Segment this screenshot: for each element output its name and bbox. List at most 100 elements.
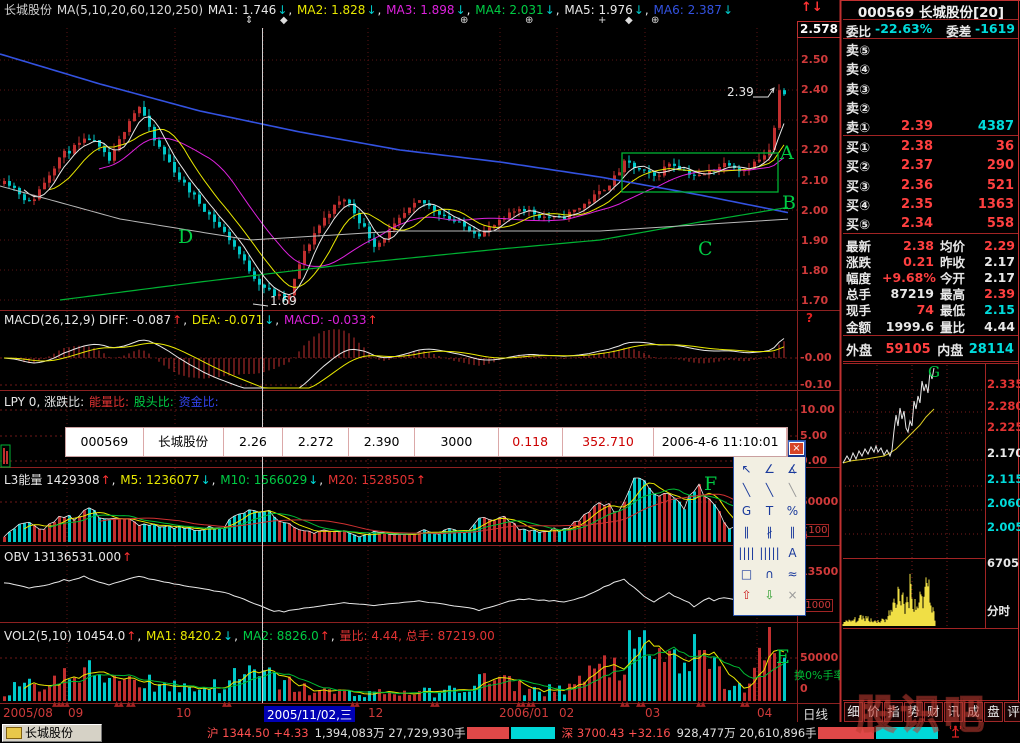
draw-tool-20[interactable]: × xyxy=(781,585,804,606)
draw-tool-7[interactable]: T xyxy=(758,501,781,522)
draw-tool-15[interactable]: □ xyxy=(735,564,758,585)
stat-row: 幅度+9.68%今开2.17 xyxy=(843,269,1019,285)
date-label[interactable]: 04 xyxy=(757,706,772,720)
help-question-icon[interactable]: ? xyxy=(806,311,813,325)
tab-财[interactable]: 财 xyxy=(924,702,943,722)
tab-盘[interactable]: 盘 xyxy=(984,702,1003,722)
chart-marker-icon: ◆ xyxy=(625,15,633,26)
price-up-down-icon[interactable]: ↑↓ xyxy=(801,0,823,15)
date-label[interactable]: 03 xyxy=(645,706,660,720)
lpy-header: LPY 0, 涨跌比: 能量比: 股头比: 资金比: xyxy=(4,393,220,410)
tab-细[interactable]: 细 xyxy=(844,702,863,722)
intraday-volume-label: 6705 xyxy=(987,556,1019,570)
draw-tool-5[interactable]: ╲ xyxy=(781,480,804,501)
indicator-tick-label: -0.10 xyxy=(800,378,832,391)
close-icon[interactable]: × xyxy=(789,442,804,455)
draw-tool-11[interactable]: ∥ xyxy=(781,522,804,543)
intraday-caption[interactable]: 分时 xyxy=(987,603,1010,619)
draw-tool-6[interactable]: G xyxy=(735,501,758,522)
draw-tool-13[interactable]: ||||| xyxy=(758,543,781,564)
price-tick-label: 1.70 xyxy=(801,294,828,307)
date-label[interactable]: 10 xyxy=(176,706,191,720)
sz-index-label: 深 3700.43 +32.16 xyxy=(562,725,671,741)
sz-sell-gauge xyxy=(876,727,938,739)
waipan-label: 外盘 xyxy=(843,340,881,359)
sell-row[interactable]: 卖①2.394387 xyxy=(843,117,1019,136)
buy-row[interactable]: 买④2.351363 xyxy=(843,195,1019,214)
buy-row[interactable]: 买①2.3836 xyxy=(843,137,1019,156)
stat-row: 总手87219最高2.39 xyxy=(843,286,1019,302)
chart-marker-icon: + xyxy=(598,15,606,26)
price-tick-label: 2.10 xyxy=(801,174,828,187)
weibi-label: 委比 xyxy=(846,21,871,40)
dividend-mark-icon: ▲▲ xyxy=(350,700,359,708)
buy-row[interactable]: 买③2.36521 xyxy=(843,176,1019,195)
sh-index-volume: 1,394,083万 27,729,930手 xyxy=(315,725,466,741)
draw-tool-17[interactable]: ≈ xyxy=(781,564,804,585)
date-label[interactable]: 02 xyxy=(559,706,574,720)
draw-tool-12[interactable]: |||| xyxy=(735,543,758,564)
draw-tool-4[interactable]: ╲ xyxy=(758,480,781,501)
quote-row-cell: 000569 xyxy=(66,428,144,456)
tab-势[interactable]: 势 xyxy=(904,702,923,722)
draw-tool-8[interactable]: % xyxy=(781,501,804,522)
draw-tool-0[interactable]: ↖ xyxy=(735,459,758,480)
tab-成[interactable]: 成 xyxy=(964,702,983,722)
indicator-tick-label: 50000 xyxy=(800,651,838,664)
weicha-label: 委差 xyxy=(946,21,971,40)
draw-tool-19[interactable]: ⇩ xyxy=(758,585,781,606)
neipan-value: 28114 xyxy=(969,342,1019,357)
sell-row[interactable]: 卖④ xyxy=(843,59,1019,78)
draw-tool-14[interactable]: A xyxy=(781,543,804,564)
stat-row: 涨跌0.21昨收2.17 xyxy=(843,253,1019,269)
sell-row[interactable]: 卖⑤ xyxy=(843,40,1019,59)
date-label[interactable]: 2006/01 xyxy=(499,706,549,720)
date-label[interactable]: 2005/08 xyxy=(3,706,53,720)
dividend-mark-icon: ▲▲ xyxy=(636,700,645,708)
sh-index-label: 沪 1344.50 +4.33 xyxy=(207,725,309,741)
draw-tools-palette[interactable]: 画线工具 × ↖∠∡╲╲╲GT%∥∦∥|||||||||A□∩≈⇧⇩× xyxy=(733,440,806,616)
sz-buy-gauge xyxy=(818,727,874,739)
date-label[interactable]: 2005/11/02,三 xyxy=(264,706,355,723)
date-label[interactable]: 12 xyxy=(368,706,383,720)
tab-评[interactable]: 评 xyxy=(1004,702,1020,722)
buy-row[interactable]: 买⑤2.34558 xyxy=(843,214,1019,233)
dividend-mark-icon: ▲▲ xyxy=(114,700,123,708)
draw-tool-9[interactable]: ∥ xyxy=(735,522,758,543)
draw-tool-18[interactable]: ⇧ xyxy=(735,585,758,606)
network-antenna-icon xyxy=(949,724,962,741)
draw-tool-2[interactable]: ∡ xyxy=(781,459,804,480)
draw-tool-3[interactable]: ╲ xyxy=(735,480,758,501)
trading-app-window: 长城股份 MA(5,10,20,60,120,250) MA1: 1.746↓,… xyxy=(0,0,1020,743)
tab-指[interactable]: 指 xyxy=(884,702,903,722)
tab-讯[interactable]: 讯 xyxy=(944,702,963,722)
draw-tool-1[interactable]: ∠ xyxy=(758,459,781,480)
chart-marker-icon: ⇕ xyxy=(245,15,253,26)
sell-row[interactable]: 卖② xyxy=(843,98,1019,117)
folder-icon xyxy=(6,727,22,739)
stat-row: 现手74最低2.15 xyxy=(843,302,1019,318)
neipan-label: 内盘 xyxy=(935,340,969,359)
dividend-mark-icon: ▲▲ xyxy=(526,700,535,708)
buy-queue: 买①2.3836买②2.37290买③2.36521买④2.351363买⑤2.… xyxy=(843,137,1019,233)
price-tick-label: 2.30 xyxy=(801,113,828,126)
tab-价[interactable]: 价 xyxy=(864,702,883,722)
period-label[interactable]: 日线 xyxy=(803,704,828,723)
dividend-mark-icon: ▲▲ xyxy=(126,700,135,708)
indicator-tick-label: -0.00 xyxy=(800,351,832,364)
quote-row-cell: 352.710 xyxy=(563,428,655,456)
sell-row[interactable]: 卖③ xyxy=(843,79,1019,98)
sell-queue: 卖⑤卖④卖③卖②卖①2.394387 xyxy=(843,40,1019,136)
dividend-mark-icon: ▲▲ xyxy=(696,700,705,708)
draw-tool-16[interactable]: ∩ xyxy=(758,564,781,585)
date-label[interactable]: 09 xyxy=(68,706,83,720)
stat-row: 最新2.38均价2.29 xyxy=(843,237,1019,253)
low-price-annotation: 1.69 xyxy=(270,294,297,308)
buy-row[interactable]: 买②2.37290 xyxy=(843,156,1019,175)
draw-tool-10[interactable]: ∦ xyxy=(758,522,781,543)
waipan-row: 外盘 59105 内盘 28114 xyxy=(843,340,1019,359)
l3-header: L3能量 1429308↑, M5: 1236077↓, M10: 156602… xyxy=(4,471,427,488)
price-tick-label: 2.50 xyxy=(801,53,828,66)
status-bar: 长城股份 沪 1344.50 +4.33 1,394,083万 27,729,9… xyxy=(0,722,1020,743)
taskbar-stock-button[interactable]: 长城股份 xyxy=(2,724,102,742)
